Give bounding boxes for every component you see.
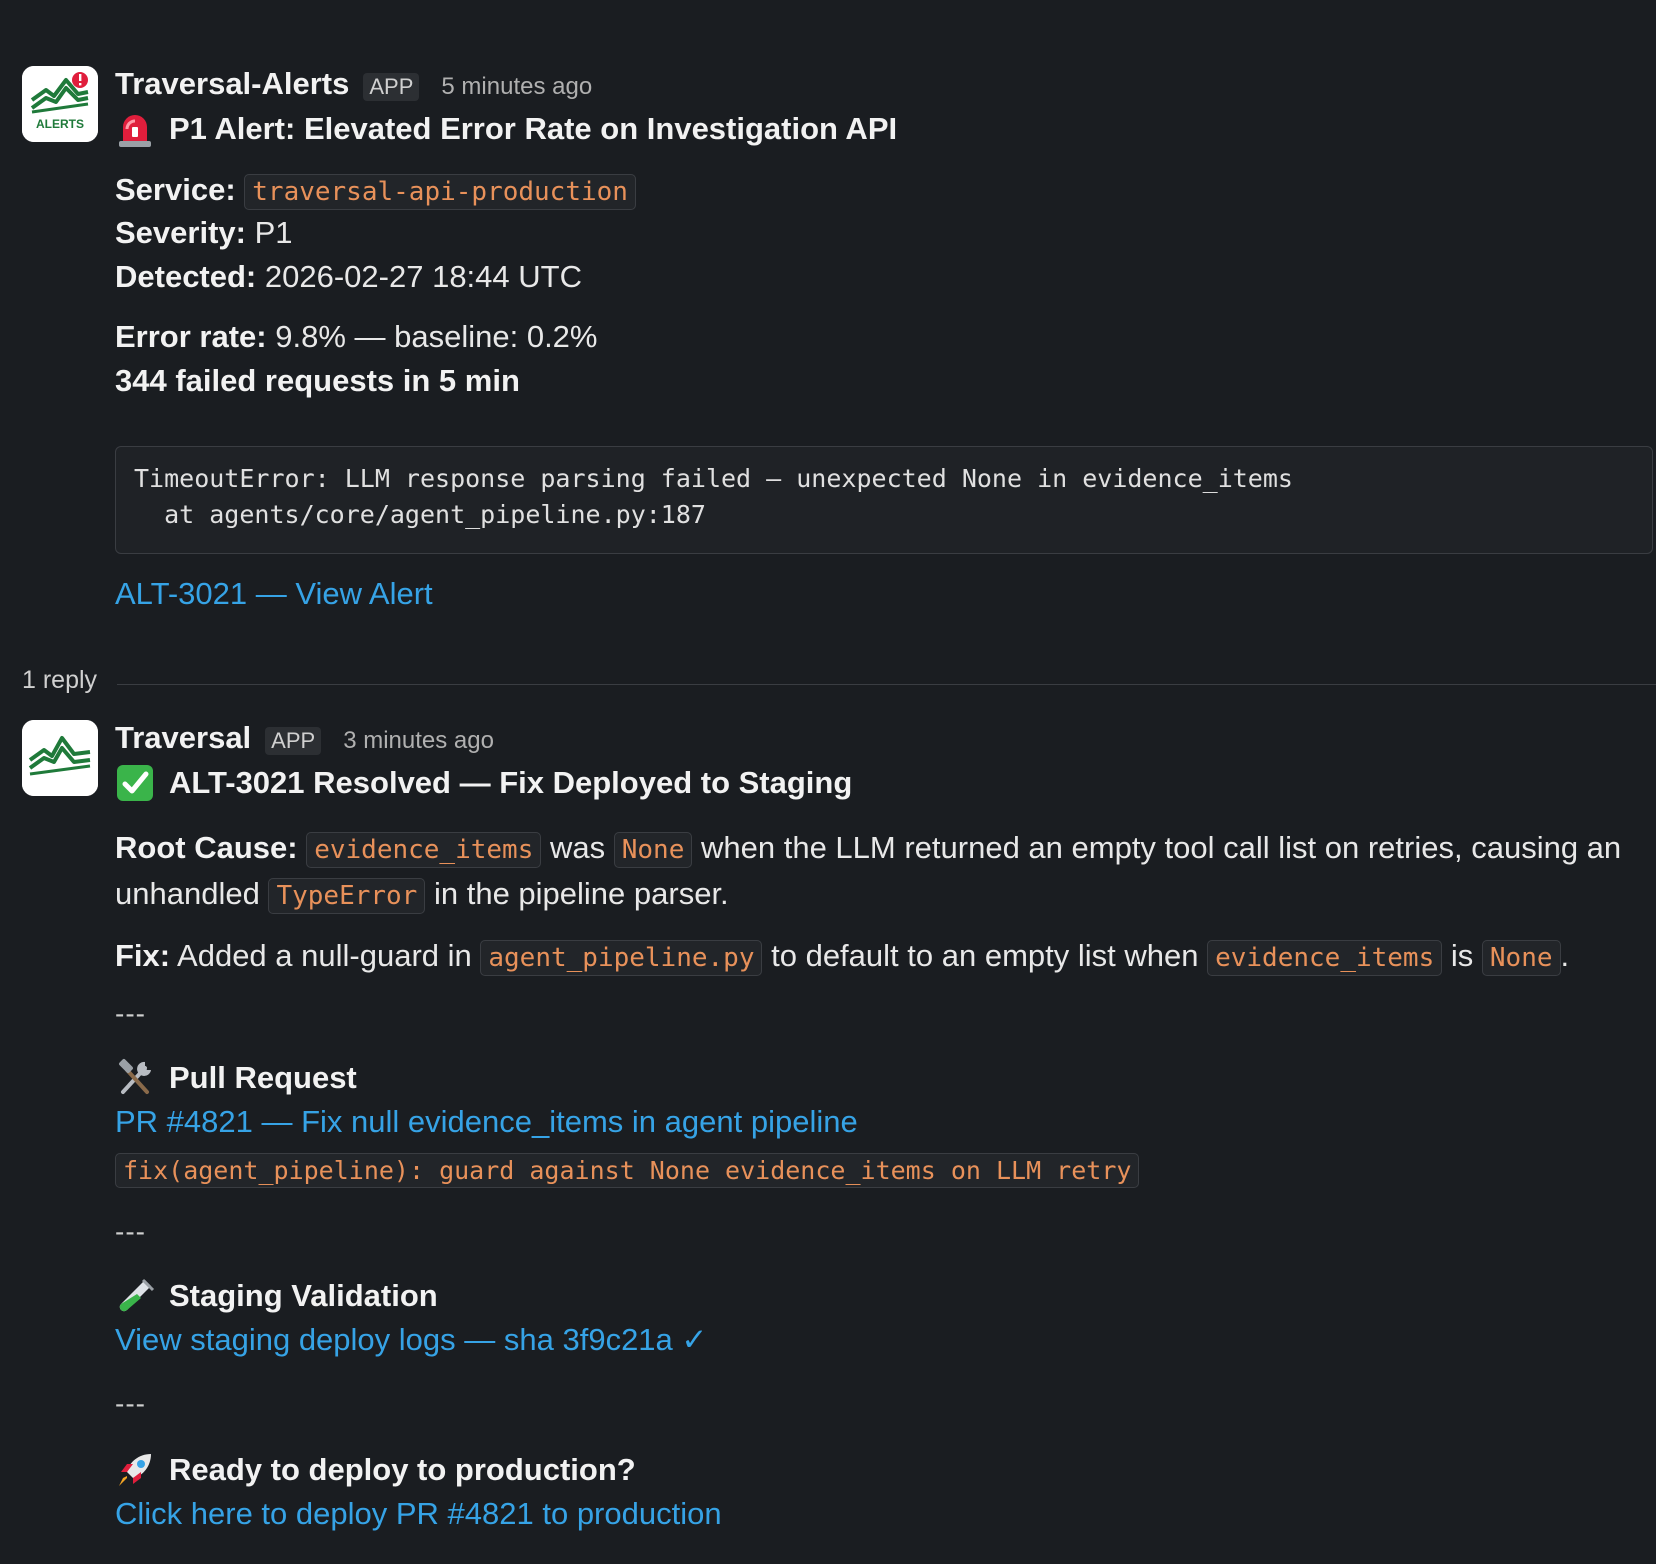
- severity-label: Severity:: [115, 215, 246, 250]
- code-line-1: TimeoutError: LLM response parsing faile…: [134, 464, 1293, 493]
- alert-title: P1 Alert: Elevated Error Rate on Investi…: [115, 106, 1656, 152]
- code-line-2: at agents/core/agent_pipeline.py:187: [134, 500, 706, 529]
- timestamp[interactable]: 5 minutes ago: [441, 73, 592, 101]
- timestamp[interactable]: 3 minutes ago: [343, 727, 494, 755]
- root-cause-line-1: Root Cause: evidence_items was None when…: [115, 826, 1621, 872]
- svg-text:ALERTS: ALERTS: [36, 117, 84, 131]
- traversal-avatar[interactable]: [22, 720, 98, 796]
- severity-value: P1: [254, 215, 293, 250]
- commit-message: fix(agent_pipeline): guard against None …: [115, 1153, 1140, 1188]
- separator: ---: [115, 1388, 146, 1419]
- separator: ---: [115, 1216, 146, 1247]
- thread-divider: 1 reply: [22, 666, 1656, 706]
- text-segment: was: [549, 830, 606, 865]
- error-code-block: TimeoutError: LLM response parsing faile…: [115, 446, 1653, 554]
- error-rate-value: 9.8% — baseline: 0.2%: [275, 319, 598, 354]
- traversal-alerts-avatar[interactable]: ALERTS: [22, 66, 98, 142]
- text-segment: .: [1560, 938, 1570, 973]
- mountain-logo-icon: [22, 720, 98, 796]
- deploy-production-link[interactable]: Click here to deploy PR #4821 to product…: [115, 1496, 722, 1531]
- detected-field: Detected: 2026-02-27 18:44 UTC: [115, 255, 582, 299]
- check-mark-button-icon: [117, 765, 153, 801]
- text-segment: in the pipeline parser.: [433, 876, 729, 911]
- rotating-light-icon: [119, 115, 151, 147]
- fix-label: Fix:: [115, 938, 171, 973]
- pull-request-heading: Pull Request: [115, 1058, 357, 1098]
- root-cause-line-2: unhandled TypeError in the pipeline pars…: [115, 872, 729, 918]
- reply-count[interactable]: 1 reply: [22, 666, 97, 694]
- divider-line: [117, 684, 1656, 685]
- view-alert-link[interactable]: ALT-3021 — View Alert: [115, 576, 433, 611]
- app-badge: APP: [363, 73, 420, 101]
- reply-message: Traversal APP 3 minutes ago ALT-3021 Res…: [22, 720, 1656, 1560]
- alert-message: ALERTS Traversal-Alerts APP 5 minutes ag…: [22, 66, 1656, 626]
- section-title: Ready to deploy to production?: [169, 1452, 636, 1487]
- app-badge: APP: [265, 727, 322, 755]
- service-field: Service: traversal-api-production: [115, 168, 636, 214]
- inline-code: TypeError: [268, 878, 426, 914]
- text-segment: when the LLM returned an empty tool call…: [701, 830, 1622, 865]
- sender-name[interactable]: Traversal: [115, 720, 251, 756]
- inline-code: None: [1481, 940, 1561, 976]
- section-title: Staging Validation: [169, 1278, 438, 1313]
- inline-code: None: [613, 832, 693, 868]
- sender-name[interactable]: Traversal-Alerts: [115, 66, 349, 102]
- root-cause-label: Root Cause:: [115, 830, 298, 865]
- staging-logs-link[interactable]: View staging deploy logs — sha 3f9c21a ✓: [115, 1322, 707, 1357]
- detected-label: Detected:: [115, 259, 257, 294]
- mountain-logo-icon: ALERTS: [22, 66, 98, 142]
- error-rate-field: Error rate: 9.8% — baseline: 0.2%: [115, 315, 597, 359]
- reply-header: Traversal APP 3 minutes ago: [115, 720, 1656, 760]
- inline-code: evidence_items: [306, 832, 542, 868]
- text-segment: is: [1450, 938, 1474, 973]
- text-segment: to default to an empty list when: [771, 938, 1199, 973]
- alert-title-text: P1 Alert: Elevated Error Rate on Investi…: [169, 111, 898, 146]
- reply-title: ALT-3021 Resolved — Fix Deployed to Stag…: [115, 760, 1656, 806]
- reply-title-text: ALT-3021 Resolved — Fix Deployed to Stag…: [169, 765, 853, 800]
- error-rate-label: Error rate:: [115, 319, 267, 354]
- pull-request-link[interactable]: PR #4821 — Fix null evidence_items in ag…: [115, 1104, 858, 1139]
- test-tube-icon: [119, 1278, 155, 1312]
- detected-value: 2026-02-27 18:44 UTC: [264, 259, 582, 294]
- text-segment: unhandled: [115, 876, 260, 911]
- inline-code: agent_pipeline.py: [480, 940, 763, 976]
- staging-heading: Staging Validation: [115, 1276, 438, 1316]
- commit-code: fix(agent_pipeline): guard against None …: [115, 1153, 1140, 1188]
- text-segment: Added a null-guard in: [177, 938, 472, 973]
- alert-header: Traversal-Alerts APP 5 minutes ago: [115, 66, 1656, 106]
- severity-field: Severity: P1: [115, 211, 293, 255]
- section-title: Pull Request: [169, 1060, 357, 1095]
- fix-line: Fix: Added a null-guard in agent_pipelin…: [115, 934, 1569, 980]
- failed-requests: 344 failed requests in 5 min: [115, 363, 520, 398]
- inline-code: evidence_items: [1207, 940, 1443, 976]
- service-label: Service:: [115, 172, 236, 207]
- separator: ---: [115, 998, 146, 1029]
- service-value: traversal-api-production: [244, 174, 636, 210]
- deploy-heading: Ready to deploy to production?: [115, 1450, 636, 1490]
- hammer-and-wrench-icon: [119, 1059, 151, 1094]
- rocket-icon: [119, 1454, 151, 1486]
